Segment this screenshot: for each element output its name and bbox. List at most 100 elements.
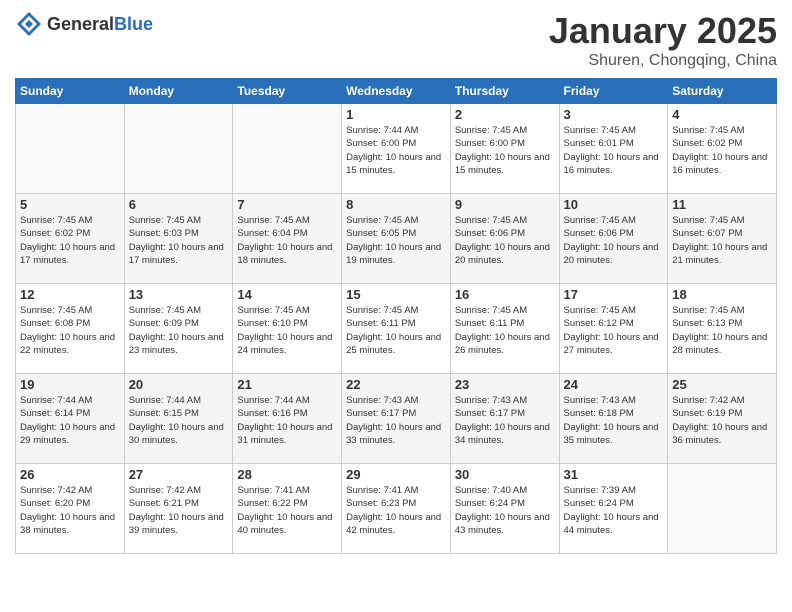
- day-number: 14: [237, 287, 337, 302]
- day-number: 23: [455, 377, 555, 392]
- day-info: Sunrise: 7:42 AM Sunset: 6:19 PM Dayligh…: [672, 394, 772, 447]
- day-info: Sunrise: 7:45 AM Sunset: 6:07 PM Dayligh…: [672, 214, 772, 267]
- calendar-day-cell: 8Sunrise: 7:45 AM Sunset: 6:05 PM Daylig…: [342, 194, 451, 284]
- calendar-day-cell: 4 Sunrise: 7:45 AM Sunset: 6:02 PM Daylig…: [668, 104, 777, 194]
- day-info: Sunrise: 7:42 AM Sunset: 6:20 PM Dayligh…: [20, 484, 120, 537]
- calendar-day-cell: [124, 104, 233, 194]
- calendar-day-cell: 24 Sunrise: 7:43 AM Sunset: 6:18 PM Dayli…: [559, 374, 668, 464]
- page-header: GeneralBlue January 2025 Shuren, Chongqi…: [15, 10, 777, 70]
- calendar-day-cell: 14 Sunrise: 7:45 AM Sunset: 6:10 PM Dayli…: [233, 284, 342, 374]
- title-block: January 2025 Shuren, Chongqing, China: [549, 10, 777, 70]
- calendar-day-cell: 6 Sunrise: 7:45 AM Sunset: 6:03 PM Daylig…: [124, 194, 233, 284]
- calendar-week-row: 19 Sunrise: 7:44 AM Sunset: 6:14 PM Dayli…: [16, 374, 777, 464]
- day-number: 18: [672, 287, 772, 302]
- calendar-day-cell: 21 Sunrise: 7:44 AM Sunset: 6:16 PM Dayli…: [233, 374, 342, 464]
- day-info: Sunrise: 7:41 AM Sunset: 6:23 PM Dayligh…: [346, 484, 446, 537]
- weekday-header: Saturday: [668, 79, 777, 104]
- day-info: Sunrise: 7:44 AM Sunset: 6:14 PM Dayligh…: [20, 394, 120, 447]
- calendar-day-cell: 17 Sunrise: 7:45 AM Sunset: 6:12 PM Dayli…: [559, 284, 668, 374]
- day-number: 6: [129, 197, 229, 212]
- day-number: 20: [129, 377, 229, 392]
- day-number: 2: [455, 107, 555, 122]
- day-number: 7: [237, 197, 337, 212]
- day-info: Sunrise: 7:45 AM Sunset: 6:01 PM Dayligh…: [564, 124, 664, 177]
- calendar-day-cell: 30 Sunrise: 7:40 AM Sunset: 6:24 PM Dayli…: [450, 464, 559, 554]
- calendar-day-cell: 20 Sunrise: 7:44 AM Sunset: 6:15 PM Dayli…: [124, 374, 233, 464]
- day-info: Sunrise: 7:43 AM Sunset: 6:18 PM Dayligh…: [564, 394, 664, 447]
- weekday-header: Monday: [124, 79, 233, 104]
- day-number: 27: [129, 467, 229, 482]
- day-info: Sunrise: 7:45 AM Sunset: 6:08 PM Dayligh…: [20, 304, 120, 357]
- day-info: Sunrise: 7:44 AM Sunset: 6:15 PM Dayligh…: [129, 394, 229, 447]
- day-number: 31: [564, 467, 664, 482]
- calendar-day-cell: 29Sunrise: 7:41 AM Sunset: 6:23 PM Dayli…: [342, 464, 451, 554]
- day-number: 3: [564, 107, 664, 122]
- logo-general: General: [47, 14, 114, 34]
- day-number: 1: [346, 107, 446, 122]
- calendar-day-cell: 10 Sunrise: 7:45 AM Sunset: 6:06 PM Dayli…: [559, 194, 668, 284]
- location-title: Shuren, Chongqing, China: [549, 52, 777, 70]
- day-info: Sunrise: 7:45 AM Sunset: 6:13 PM Dayligh…: [672, 304, 772, 357]
- day-number: 28: [237, 467, 337, 482]
- calendar-body: 1Sunrise: 7:44 AM Sunset: 6:00 PM Daylig…: [16, 104, 777, 554]
- calendar-day-cell: 25 Sunrise: 7:42 AM Sunset: 6:19 PM Dayli…: [668, 374, 777, 464]
- day-number: 5: [20, 197, 120, 212]
- weekday-header: Thursday: [450, 79, 559, 104]
- day-info: Sunrise: 7:45 AM Sunset: 6:11 PM Dayligh…: [455, 304, 555, 357]
- weekday-header: Wednesday: [342, 79, 451, 104]
- calendar-day-cell: 7 Sunrise: 7:45 AM Sunset: 6:04 PM Daylig…: [233, 194, 342, 284]
- day-number: 16: [455, 287, 555, 302]
- calendar-day-cell: 9 Sunrise: 7:45 AM Sunset: 6:06 PM Daylig…: [450, 194, 559, 284]
- calendar-day-cell: 3 Sunrise: 7:45 AM Sunset: 6:01 PM Daylig…: [559, 104, 668, 194]
- weekday-header: Friday: [559, 79, 668, 104]
- calendar-day-cell: 5 Sunrise: 7:45 AM Sunset: 6:02 PM Daylig…: [16, 194, 125, 284]
- day-number: 12: [20, 287, 120, 302]
- calendar-day-cell: 11Sunrise: 7:45 AM Sunset: 6:07 PM Dayli…: [668, 194, 777, 284]
- day-info: Sunrise: 7:45 AM Sunset: 6:02 PM Dayligh…: [672, 124, 772, 177]
- day-info: Sunrise: 7:45 AM Sunset: 6:03 PM Dayligh…: [129, 214, 229, 267]
- day-number: 19: [20, 377, 120, 392]
- day-number: 17: [564, 287, 664, 302]
- day-info: Sunrise: 7:45 AM Sunset: 6:12 PM Dayligh…: [564, 304, 664, 357]
- calendar-day-cell: 18 Sunrise: 7:45 AM Sunset: 6:13 PM Dayli…: [668, 284, 777, 374]
- calendar-week-row: 26Sunrise: 7:42 AM Sunset: 6:20 PM Dayli…: [16, 464, 777, 554]
- day-info: Sunrise: 7:45 AM Sunset: 6:11 PM Dayligh…: [346, 304, 446, 357]
- day-info: Sunrise: 7:45 AM Sunset: 6:04 PM Dayligh…: [237, 214, 337, 267]
- day-info: Sunrise: 7:42 AM Sunset: 6:21 PM Dayligh…: [129, 484, 229, 537]
- day-number: 21: [237, 377, 337, 392]
- day-info: Sunrise: 7:45 AM Sunset: 6:06 PM Dayligh…: [564, 214, 664, 267]
- calendar-header-row: SundayMondayTuesdayWednesdayThursdayFrid…: [16, 79, 777, 104]
- calendar-day-cell: 23 Sunrise: 7:43 AM Sunset: 6:17 PM Dayli…: [450, 374, 559, 464]
- calendar-day-cell: 31 Sunrise: 7:39 AM Sunset: 6:24 PM Dayli…: [559, 464, 668, 554]
- day-info: Sunrise: 7:44 AM Sunset: 6:16 PM Dayligh…: [237, 394, 337, 447]
- calendar-table: SundayMondayTuesdayWednesdayThursdayFrid…: [15, 78, 777, 554]
- month-title: January 2025: [549, 10, 777, 52]
- day-info: Sunrise: 7:43 AM Sunset: 6:17 PM Dayligh…: [455, 394, 555, 447]
- day-number: 25: [672, 377, 772, 392]
- logo-name: GeneralBlue: [47, 14, 153, 35]
- day-number: 22: [346, 377, 446, 392]
- calendar-day-cell: 28 Sunrise: 7:41 AM Sunset: 6:22 PM Dayli…: [233, 464, 342, 554]
- day-info: Sunrise: 7:45 AM Sunset: 6:10 PM Dayligh…: [237, 304, 337, 357]
- day-number: 30: [455, 467, 555, 482]
- calendar-day-cell: 19 Sunrise: 7:44 AM Sunset: 6:14 PM Dayli…: [16, 374, 125, 464]
- day-info: Sunrise: 7:41 AM Sunset: 6:22 PM Dayligh…: [237, 484, 337, 537]
- day-info: Sunrise: 7:39 AM Sunset: 6:24 PM Dayligh…: [564, 484, 664, 537]
- day-number: 10: [564, 197, 664, 212]
- calendar-day-cell: 15Sunrise: 7:45 AM Sunset: 6:11 PM Dayli…: [342, 284, 451, 374]
- day-number: 4: [672, 107, 772, 122]
- calendar-day-cell: 12 Sunrise: 7:45 AM Sunset: 6:08 PM Dayli…: [16, 284, 125, 374]
- day-info: Sunrise: 7:45 AM Sunset: 6:06 PM Dayligh…: [455, 214, 555, 267]
- calendar-day-cell: [668, 464, 777, 554]
- logo-blue: Blue: [114, 14, 153, 34]
- day-info: Sunrise: 7:45 AM Sunset: 6:02 PM Dayligh…: [20, 214, 120, 267]
- day-info: Sunrise: 7:45 AM Sunset: 6:00 PM Dayligh…: [455, 124, 555, 177]
- calendar-day-cell: 1Sunrise: 7:44 AM Sunset: 6:00 PM Daylig…: [342, 104, 451, 194]
- calendar-day-cell: [233, 104, 342, 194]
- day-number: 24: [564, 377, 664, 392]
- day-info: Sunrise: 7:40 AM Sunset: 6:24 PM Dayligh…: [455, 484, 555, 537]
- day-info: Sunrise: 7:43 AM Sunset: 6:17 PM Dayligh…: [346, 394, 446, 447]
- weekday-header: Sunday: [16, 79, 125, 104]
- day-number: 9: [455, 197, 555, 212]
- logo: GeneralBlue: [15, 10, 153, 38]
